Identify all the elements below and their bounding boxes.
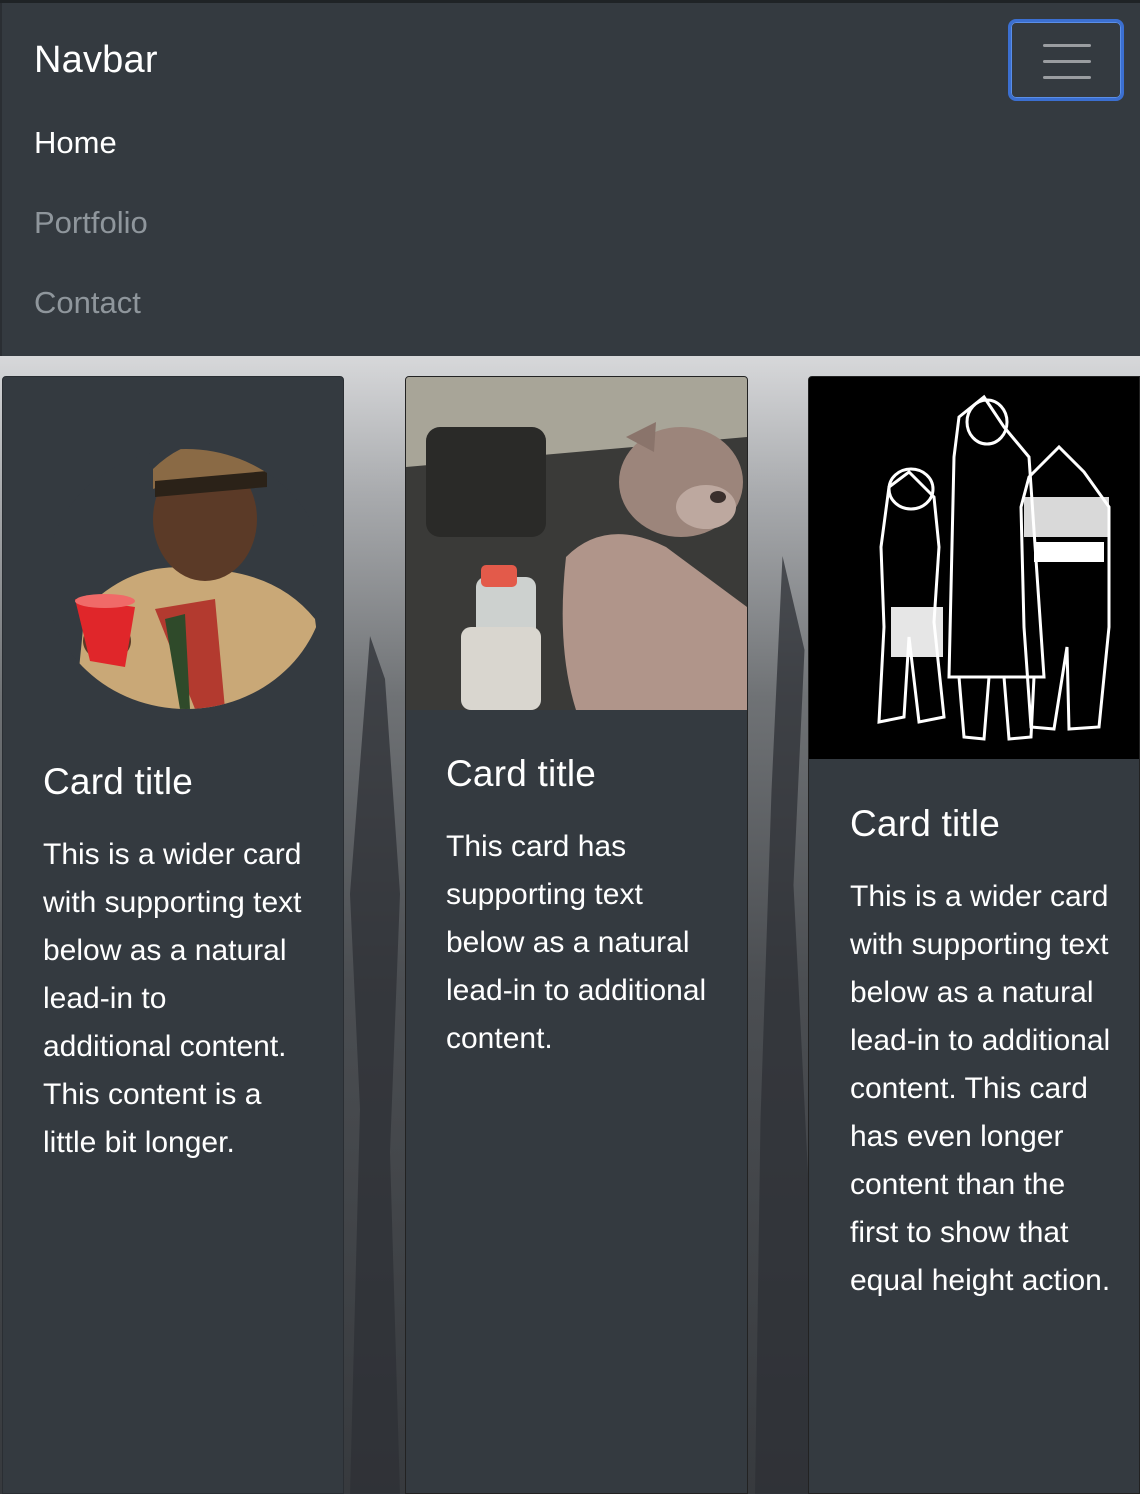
navbar: Navbar Home Portfolio Contact <box>0 3 1140 356</box>
card-image-manga <box>809 377 1139 759</box>
card-2: Card title This card has supporting text… <box>405 376 748 1494</box>
navbar-toggler-button[interactable] <box>1008 19 1124 101</box>
card-1: Card title This is a wider card with sup… <box>2 376 344 1494</box>
card-text: This card has supporting text below as a… <box>446 830 707 1055</box>
navbar-brand[interactable]: Navbar <box>34 39 158 82</box>
nav-item-contact[interactable]: Contact <box>34 285 141 321</box>
card-image-dog <box>406 377 747 710</box>
card-text: This is a wider card with supporting tex… <box>43 838 302 1159</box>
nav-item-portfolio[interactable]: Portfolio <box>34 205 148 241</box>
card-title: Card title <box>446 753 597 794</box>
card-3: Card title This is a wider card with sup… <box>808 376 1140 1494</box>
card-text: This is a wider card with supporting tex… <box>850 880 1111 1297</box>
card-title: Card title <box>850 803 1001 844</box>
card-image-avatar <box>45 409 327 709</box>
nav-item-home[interactable]: Home <box>34 125 117 161</box>
card-title: Card title <box>43 761 194 802</box>
